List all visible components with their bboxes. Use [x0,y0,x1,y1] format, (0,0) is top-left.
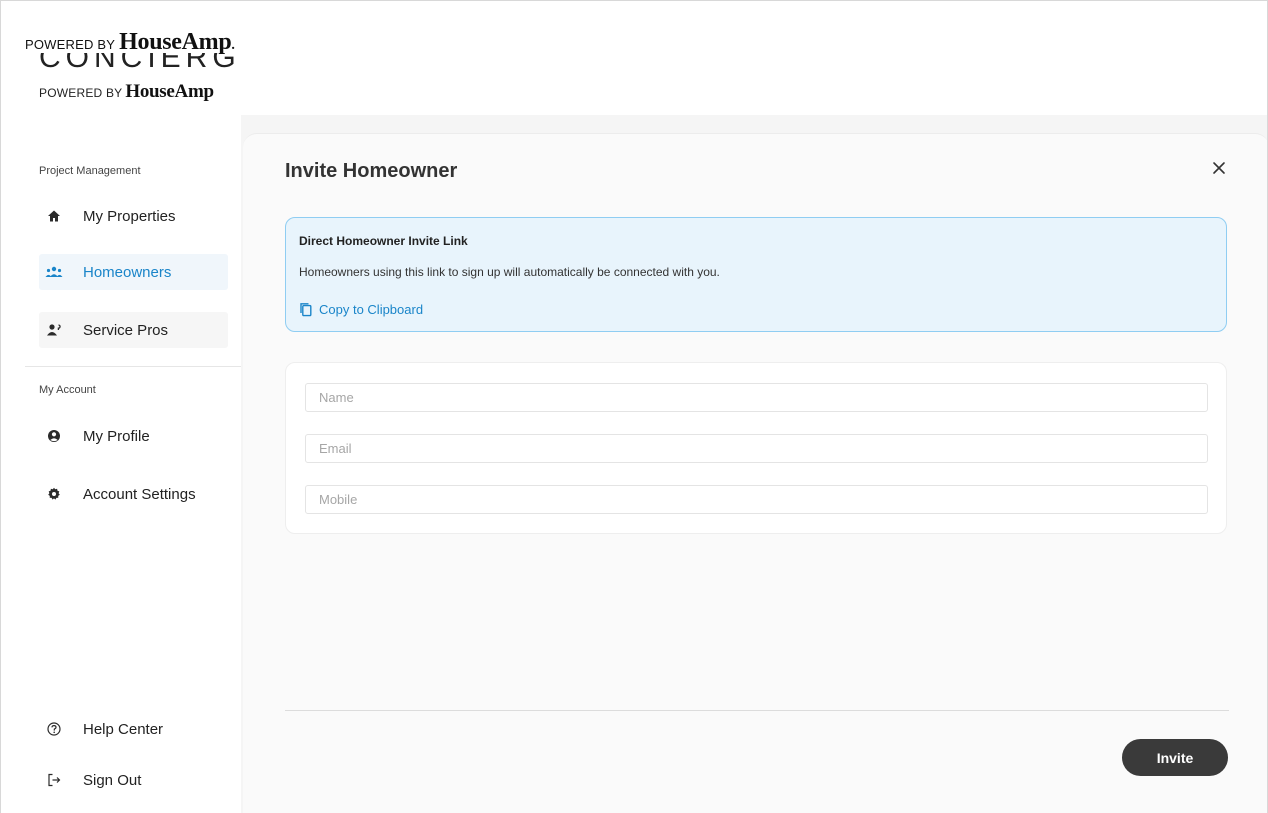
invite-form [285,362,1227,534]
sidebar-item-my-profile[interactable]: My Profile [39,418,228,454]
copy-icon [299,302,313,317]
sidebar-item-label: My Properties [83,207,176,225]
concierge-logo[interactable]: CONCIERGE POWERED BY HouseAmp [39,53,239,113]
sidebar-item-help-center[interactable]: Help Center [39,711,228,747]
invite-link-heading: Direct Homeowner Invite Link [299,234,468,248]
invite-link-description: Homeowners using this link to sign up wi… [299,265,720,279]
modal-title: Invite Homeowner [285,160,458,182]
sidebar-item-account-settings[interactable]: Account Settings [39,476,228,512]
user-circle-icon [45,427,63,445]
sidebar-item-label: Account Settings [83,485,196,503]
sidebar-item-label: Sign Out [83,771,142,789]
sidebar-item-label: Homeowners [83,263,172,281]
logo-brand: HouseAmp [125,81,214,102]
copy-to-clipboard-label: Copy to Clipboard [319,302,424,317]
gear-icon [45,485,63,503]
invite-button[interactable]: Invite [1122,739,1228,776]
copy-to-clipboard-button[interactable]: Copy to Clipboard [299,302,423,317]
brand-name: HouseAmp. [119,29,235,55]
invite-link-box: Direct Homeowner Invite Link Homeowners … [285,217,1227,332]
sidebar-item-label: My Profile [83,427,150,445]
help-icon [45,720,63,738]
top-brand: POWERED BY HouseAmp. [25,29,235,56]
section-title-project-management: Project Management [39,165,141,177]
app-window: POWERED BY HouseAmp. CONCIERGE POWERED B… [0,0,1268,813]
logo-powered-by: POWERED BY [39,86,123,100]
email-input[interactable] [305,434,1208,463]
logo-subtitle: POWERED BY HouseAmp [39,81,214,103]
powered-by-text: POWERED BY [25,37,116,52]
close-icon[interactable] [1209,158,1229,178]
mobile-input[interactable] [305,485,1208,514]
sidebar-item-label: Service Pros [83,321,169,339]
sidebar: Project Management My Properties Homeown… [1,131,241,813]
invite-homeowner-modal: Invite Homeowner Direct Homeowner Invite… [243,133,1267,813]
sign-out-icon [45,771,63,789]
home-icon [45,207,63,225]
sidebar-item-homeowners[interactable]: Homeowners [39,254,228,290]
section-title-my-account: My Account [39,384,96,396]
service-pro-icon [45,321,63,339]
people-group-icon [45,263,63,281]
modal-footer-divider [285,710,1229,711]
sidebar-item-label: Help Center [83,720,164,738]
logo-wordmark: CONCIERGE [39,53,239,74]
name-input[interactable] [305,383,1208,412]
sidebar-item-service-pros[interactable]: Service Pros [39,312,228,348]
sidebar-divider [25,366,241,367]
sidebar-item-sign-out[interactable]: Sign Out [39,762,228,798]
sidebar-item-my-properties[interactable]: My Properties [39,198,228,234]
